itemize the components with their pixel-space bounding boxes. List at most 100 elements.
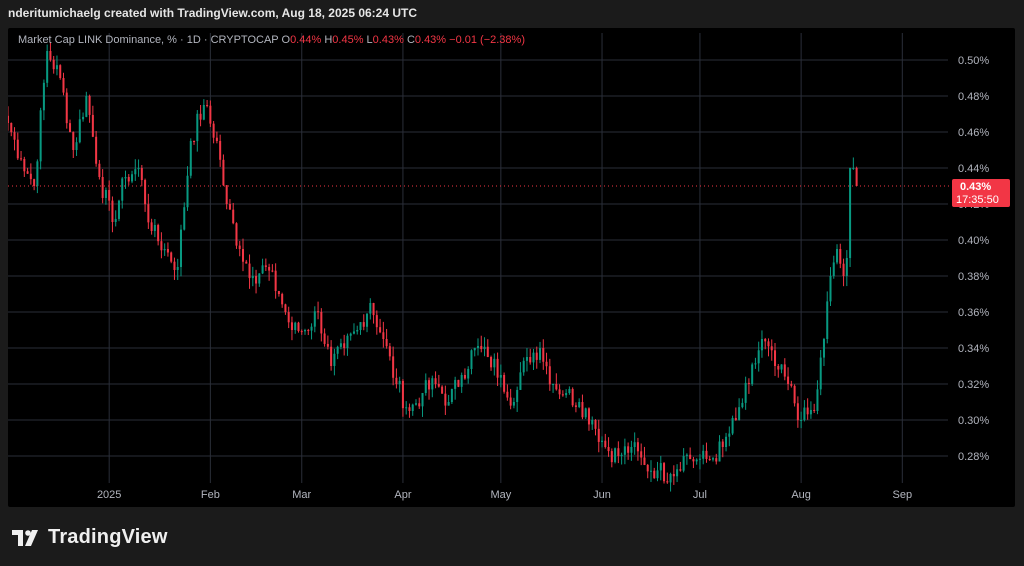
candle-body: [555, 384, 558, 390]
x-tick-label: 2025: [97, 489, 121, 501]
candle-body: [561, 394, 564, 396]
candle-body: [705, 450, 708, 459]
candle-body: [698, 458, 701, 460]
candles: [6, 42, 858, 492]
candle-body: [39, 110, 42, 162]
candle-body: [656, 470, 659, 479]
candle-body: [640, 451, 643, 458]
y-tick-label: 0.36%: [958, 307, 989, 319]
candle-body: [519, 372, 522, 390]
candle-body: [212, 123, 215, 138]
candle-body: [26, 171, 29, 174]
candle-body: [852, 168, 855, 169]
candle-body: [369, 303, 372, 314]
candle-body: [460, 375, 463, 387]
candle-body: [258, 273, 261, 284]
candle-body: [42, 82, 45, 111]
candle-body: [248, 263, 251, 279]
candle-body: [284, 304, 287, 313]
y-tick-label: 0.50%: [958, 55, 989, 67]
candle-body: [101, 177, 104, 198]
candle-body: [271, 270, 274, 272]
candle-body: [307, 330, 310, 331]
candle-body: [842, 263, 845, 276]
candle-body: [33, 179, 36, 186]
candle-body: [379, 327, 382, 333]
candle-body: [715, 458, 718, 462]
candle-body: [372, 303, 375, 316]
candle-body: [780, 364, 783, 370]
candle-body: [323, 333, 326, 344]
candle-body: [343, 343, 346, 348]
plot-area[interactable]: 0.28%0.30%0.32%0.34%0.36%0.38%0.40%0.42%…: [6, 28, 1015, 507]
candle-body: [552, 384, 555, 385]
candle-body: [623, 446, 626, 455]
candle-body: [153, 225, 156, 231]
candle-body: [137, 168, 140, 170]
price-chart[interactable]: 0.28%0.30%0.32%0.34%0.36%0.38%0.40%0.42%…: [6, 28, 1015, 507]
candle-body: [238, 245, 241, 249]
candle-body: [437, 384, 440, 387]
candle-body: [140, 168, 143, 181]
legend-open-value: 0.44%: [290, 34, 322, 46]
candle-body: [290, 322, 293, 330]
chart-frame: nderitumichaelg created with TradingView…: [0, 0, 1024, 566]
candle-body: [548, 366, 551, 385]
candle-body: [134, 169, 137, 175]
candle-body: [300, 331, 303, 333]
legend-close-value: 0.43%: [414, 34, 447, 46]
candle-body: [819, 357, 822, 390]
candle-body: [232, 209, 235, 224]
candle-body: [473, 348, 476, 351]
candle-body: [16, 139, 19, 159]
candle-body: [767, 341, 770, 347]
candle-body: [385, 339, 388, 347]
candle-body: [633, 442, 636, 447]
candle-body: [359, 322, 362, 330]
candle-body: [392, 356, 395, 378]
candle-body: [150, 222, 153, 231]
candle-body: [13, 132, 16, 140]
candle-body: [692, 459, 695, 462]
candle-body: [813, 409, 816, 411]
candle-body: [490, 357, 493, 368]
price-tag-countdown: 17:35:50: [956, 194, 999, 206]
candle-body: [532, 352, 535, 363]
grid-lines: [8, 33, 948, 483]
candle-body: [320, 312, 323, 334]
candle-body: [777, 366, 780, 370]
candle-body: [424, 380, 427, 393]
candle-body: [434, 378, 437, 384]
candle-body: [431, 378, 434, 390]
candle-body: [738, 407, 741, 420]
candle-body: [542, 348, 545, 362]
candle-body: [193, 141, 196, 142]
candle-body: [75, 142, 78, 150]
candle-body: [757, 350, 760, 364]
candle-body: [754, 363, 757, 365]
y-tick-label: 0.30%: [958, 415, 989, 427]
tradingview-brand[interactable]: TradingView: [12, 526, 168, 549]
candle-body: [630, 447, 633, 453]
candle-body: [268, 267, 271, 271]
candle-body: [362, 322, 365, 327]
candle-body: [529, 357, 532, 363]
candle-body: [346, 335, 349, 348]
y-tick-label: 0.32%: [958, 379, 989, 391]
candle-body: [806, 407, 809, 415]
candle-body: [741, 402, 744, 408]
brand-name: TradingView: [48, 526, 168, 548]
candle-body: [676, 469, 679, 477]
candle-body: [816, 389, 819, 411]
candle-body: [539, 348, 542, 360]
candle-body: [669, 474, 672, 483]
candle-body: [711, 458, 715, 460]
candle-body: [574, 405, 577, 407]
candle-body: [88, 96, 91, 115]
candle-body: [91, 114, 94, 137]
candle-body: [454, 379, 457, 389]
candle-body: [496, 358, 499, 378]
candle-body: [199, 113, 202, 120]
chart-caption: nderitumichaelg created with TradingView…: [8, 6, 418, 20]
candle-body: [131, 174, 134, 182]
